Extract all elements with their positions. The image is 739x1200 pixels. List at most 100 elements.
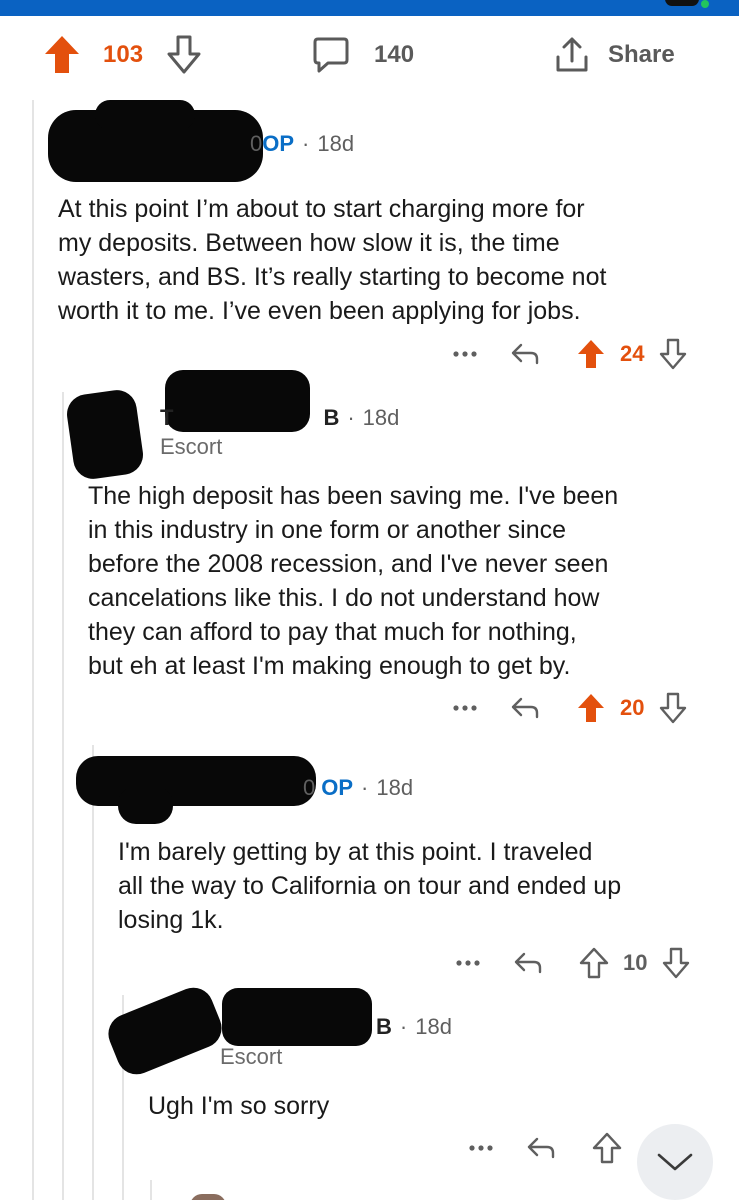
post-downvote-button[interactable] xyxy=(165,28,203,82)
comment-upvote-button[interactable] xyxy=(579,947,609,979)
more-dots-icon xyxy=(456,960,480,966)
comment-vote-count: 24 xyxy=(620,341,645,366)
comment-1-actions: 24 xyxy=(452,334,688,374)
body-line: Ugh I'm so sorry xyxy=(148,1092,330,1120)
comment-2-actions: 20 xyxy=(452,688,688,728)
body-line: all the way to California on tour and en… xyxy=(118,872,622,900)
arrow-up-icon xyxy=(579,947,609,979)
comment-age: 18d xyxy=(376,775,414,800)
body-line: my deposits. Between how slow it is, the… xyxy=(58,229,560,257)
online-indicator xyxy=(701,0,709,8)
body-line: in this industry in one form or another … xyxy=(88,516,567,544)
comment-downvote-button[interactable] xyxy=(661,947,691,979)
arrow-up-icon xyxy=(578,340,604,368)
chevron-down-icon xyxy=(657,1153,693,1171)
share-icon xyxy=(556,37,588,72)
author-tail: 0 xyxy=(250,131,263,156)
more-dots-icon xyxy=(469,1145,493,1151)
reply-arrow-icon xyxy=(511,697,539,719)
redacted-author-3 xyxy=(76,756,316,806)
thread-line-1 xyxy=(32,100,34,1200)
reply-button[interactable] xyxy=(510,341,540,367)
body-line: I'm barely getting by at this point. I t… xyxy=(118,838,593,866)
more-dots-icon xyxy=(453,351,477,357)
post-upvote-count: 103 xyxy=(103,41,144,68)
collapse-thread-button[interactable] xyxy=(637,1124,713,1200)
post-action-bar: 103 140 Share xyxy=(0,28,739,82)
post-comment-count: 140 xyxy=(374,41,415,68)
arrow-down-icon xyxy=(660,692,687,724)
dot-separator: · xyxy=(347,405,355,430)
post-share-button[interactable]: Share xyxy=(554,28,675,82)
redacted-author-4 xyxy=(222,988,372,1046)
comment-2-body: The high deposit has been saving me. I'v… xyxy=(88,479,618,683)
redacted-avatar-3 xyxy=(118,786,173,824)
reply-button[interactable] xyxy=(510,695,540,721)
comment-age: 18d xyxy=(362,405,400,430)
comment-3-meta: 0 OP · 18d xyxy=(303,775,413,801)
next-comment-avatar xyxy=(190,1194,226,1200)
user-flair: Escort xyxy=(160,434,223,459)
comment-downvote-button[interactable] xyxy=(658,338,688,370)
comment-age: 18d xyxy=(415,1014,452,1039)
comment-4-actions xyxy=(468,1128,622,1168)
body-line: cancelations like this. I do not underst… xyxy=(88,584,600,612)
comment-4-meta: B · 18d xyxy=(376,1014,452,1040)
body-line: The high deposit has been saving me. I'v… xyxy=(88,482,619,510)
top-bar xyxy=(0,0,739,16)
redacted-avatar-2 xyxy=(64,387,146,482)
more-options-button[interactable] xyxy=(452,350,478,358)
more-dots-icon xyxy=(453,705,477,711)
more-options-button[interactable] xyxy=(468,1144,494,1152)
comment-1-body: At this point I’m about to start chargin… xyxy=(58,192,606,328)
user-flair: Escort xyxy=(220,1044,283,1069)
comment-vote-count: 10 xyxy=(623,950,648,975)
reply-arrow-icon xyxy=(511,343,539,365)
share-label: Share xyxy=(608,41,675,68)
body-line: they can afford to pay that much for not… xyxy=(88,618,577,646)
comment-upvote-button[interactable] xyxy=(576,338,606,370)
op-badge: OP xyxy=(262,131,295,156)
body-line: wasters, and BS. It’s really starting to… xyxy=(58,263,607,291)
arrow-up-icon xyxy=(578,694,604,722)
speech-bubble-icon xyxy=(313,37,349,73)
redacted-author-1b xyxy=(95,100,195,130)
post-comments-button[interactable]: 140 xyxy=(312,28,414,82)
comment-downvote-button[interactable] xyxy=(658,692,688,724)
comment-1-meta: 0 OP · 18d xyxy=(250,131,354,157)
body-line: losing 1k. xyxy=(118,906,224,934)
redacted-avatar xyxy=(665,0,699,6)
comment-2-meta: T B · 18d xyxy=(160,405,399,431)
author-head: T xyxy=(160,405,174,430)
op-badge: OP xyxy=(321,775,354,800)
arrow-down-icon xyxy=(660,338,687,370)
comment-4-body: Ugh I'm so sorry xyxy=(148,1089,329,1123)
comment-3-body: I'm barely getting by at this point. I t… xyxy=(118,835,621,937)
arrow-down-icon xyxy=(167,35,201,74)
comment-upvote-button[interactable] xyxy=(592,1132,622,1164)
body-line: worth it to me. I’ve even been applying … xyxy=(58,297,581,325)
reply-arrow-icon xyxy=(514,952,542,974)
thread-line-2 xyxy=(62,392,64,1200)
thread-line-3 xyxy=(92,745,94,1200)
comment-upvote-button[interactable] xyxy=(576,692,606,724)
reply-button[interactable] xyxy=(513,950,543,976)
post-upvote-button[interactable] xyxy=(42,28,82,82)
reply-button[interactable] xyxy=(526,1135,556,1161)
author-tail: B xyxy=(376,1014,392,1039)
dot-separator: · xyxy=(399,1014,408,1039)
author-tail: 0 xyxy=(303,775,316,800)
arrow-up-icon xyxy=(592,1132,622,1164)
reply-arrow-icon xyxy=(527,1137,555,1159)
arrow-down-icon xyxy=(663,947,690,979)
body-line: but eh at least I'm making enough to get… xyxy=(88,652,571,680)
body-line: At this point I’m about to start chargin… xyxy=(58,195,585,223)
more-options-button[interactable] xyxy=(455,959,481,967)
comment-3-actions: 10 xyxy=(455,943,691,983)
dot-separator: · xyxy=(361,775,369,800)
arrow-up-icon xyxy=(45,36,79,73)
dot-separator: · xyxy=(302,131,310,156)
thread-line-5 xyxy=(150,1180,152,1200)
more-options-button[interactable] xyxy=(452,704,478,712)
comment-vote-count: 20 xyxy=(620,695,645,720)
